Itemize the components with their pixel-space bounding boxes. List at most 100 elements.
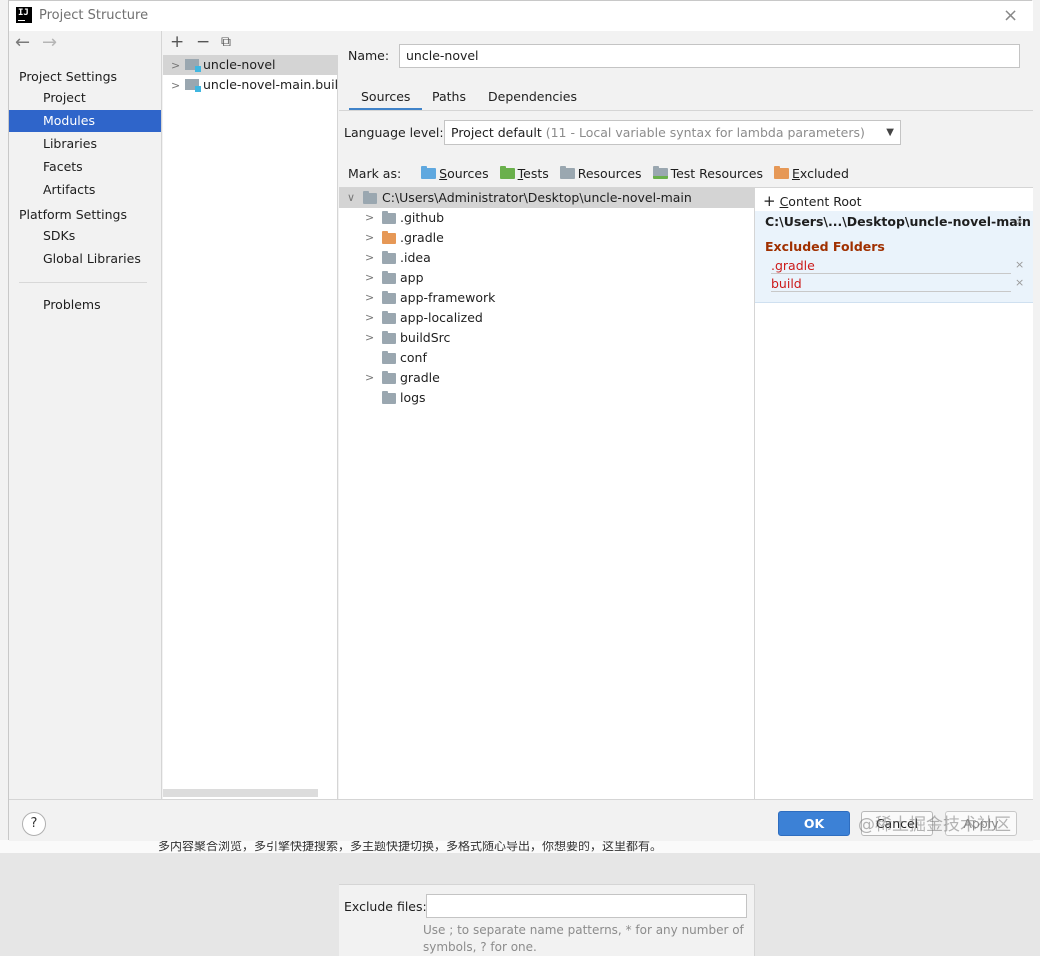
remove-root-icon[interactable]: × — [1015, 215, 1024, 228]
chevron-right-icon[interactable]: > — [171, 76, 180, 95]
excluded-folder-gradle: .gradle — [771, 258, 1011, 274]
platform-settings-header: Platform Settings — [19, 207, 127, 222]
tree-row[interactable]: > app-localized — [339, 308, 754, 328]
dropdown-arrow-icon: ▼ — [886, 127, 894, 138]
tree-root-label: C:\Users\Administrator\Desktop\uncle-nov… — [382, 190, 692, 205]
tree-root-row[interactable]: ∨ C:\Users\Administrator\Desktop\uncle-n… — [339, 188, 754, 208]
tree-row[interactable]: > .gradle — [339, 228, 754, 248]
mark-sources-button[interactable]: Sources — [421, 165, 489, 183]
test-resources-folder-icon — [652, 166, 668, 179]
add-module-icon[interactable]: + — [170, 32, 184, 52]
modules-list-panel: + − ⧉ > uncle-novel > uncle-novel-main.bui… — [163, 31, 338, 799]
remove-module-icon[interactable]: − — [196, 32, 210, 52]
tree-folder-label: .gradle — [400, 230, 444, 245]
exclude-files-area: Exclude files: Use ; to separate name pa… — [339, 884, 755, 956]
background-app-right — [1032, 0, 1040, 853]
sidebar-item-libraries[interactable]: Libraries — [9, 133, 161, 155]
copy-module-icon[interactable]: ⧉ — [221, 34, 231, 50]
background-app-left — [0, 0, 8, 853]
exclude-files-input[interactable] — [426, 894, 747, 918]
mark-excluded-button[interactable]: Excluded — [773, 165, 849, 183]
tree-row[interactable]: > app-framework — [339, 288, 754, 308]
tree-row[interactable]: > buildSrc — [339, 328, 754, 348]
excluded-folder-icon — [773, 166, 789, 179]
source-folders-tree: ∨ C:\Users\Administrator\Desktop\uncle-n… — [339, 187, 755, 956]
tab-paths[interactable]: Paths — [420, 87, 478, 111]
chevron-right-icon[interactable]: > — [365, 328, 374, 348]
tree-folder-label: app — [400, 270, 424, 285]
chevron-right-icon[interactable]: > — [365, 368, 374, 388]
exclude-files-hint-line-2: symbols, ? for one. — [423, 940, 537, 954]
folder-icon — [382, 211, 396, 224]
folder-icon — [382, 311, 396, 324]
mark-test-resources-button[interactable]: Test Resources — [652, 165, 763, 183]
exclude-files-hint: Use ; to separate name patterns, * for a… — [423, 922, 744, 956]
tab-dependencies[interactable]: Dependencies — [476, 87, 589, 111]
folder-icon — [363, 191, 377, 204]
folder-icon — [382, 271, 396, 284]
chevron-right-icon[interactable]: > — [171, 56, 180, 75]
settings-sidebar: ← → Project Settings Project Modules Lib… — [9, 31, 162, 799]
help-button[interactable]: ? — [22, 812, 46, 836]
window-title: Project Structure — [39, 8, 149, 23]
content-root-path: C:\Users\...\Desktop\uncle-novel-main — [765, 214, 1031, 229]
remove-excluded-icon[interactable]: × — [1015, 258, 1024, 271]
module-icon — [185, 59, 201, 72]
remove-excluded-icon[interactable]: × — [1015, 276, 1024, 289]
tree-row[interactable]: > .github — [339, 208, 754, 228]
module-label: uncle-novel-main.build — [203, 77, 338, 92]
mark-as-row: Mark as: Sources Tests Resources Test Re… — [348, 165, 856, 183]
module-item-uncle-novel-main-build[interactable]: > uncle-novel-main.build — [163, 75, 338, 95]
tree-folder-label: logs — [400, 390, 426, 405]
forward-arrow-icon[interactable]: → — [42, 32, 57, 53]
sidebar-item-facets[interactable]: Facets — [9, 156, 161, 178]
sidebar-item-problems[interactable]: Problems — [9, 294, 161, 316]
tree-row[interactable]: > .idea — [339, 248, 754, 268]
mark-tests-button[interactable]: Tests — [499, 165, 549, 183]
chevron-right-icon[interactable]: > — [365, 268, 374, 288]
tabs-divider — [339, 110, 1033, 111]
background-app-bottom: 多内容聚合浏览，多引擎快捷搜索，多主题快捷切换，多格式随心导出，你想要的，这里都… — [0, 840, 1040, 853]
language-level-select[interactable]: Project default (11 - Local variable syn… — [444, 120, 901, 145]
sidebar-item-artifacts[interactable]: Artifacts — [9, 179, 161, 201]
chevron-right-icon[interactable]: > — [365, 208, 374, 228]
sidebar-item-project[interactable]: Project — [9, 87, 161, 109]
mark-resources-button[interactable]: Resources — [559, 165, 642, 183]
sidebar-item-modules[interactable]: Modules — [9, 110, 161, 132]
folder-icon — [382, 371, 396, 384]
tree-folder-label: .github — [400, 210, 445, 225]
title-bar: IJ Project Structure × — [9, 1, 1033, 31]
module-label: uncle-novel — [203, 57, 276, 72]
folder-icon — [382, 291, 396, 304]
chevron-right-icon[interactable]: > — [365, 228, 374, 248]
tree-row[interactable]: conf — [339, 348, 754, 368]
add-content-root-button[interactable]: + Content Root — [763, 192, 862, 210]
dialog-button-bar: ? OK Cancel Apply @稀土掘金技术社区 — [9, 799, 1033, 841]
tree-row[interactable]: > gradle — [339, 368, 754, 388]
content-root-entry: C:\Users\...\Desktop\uncle-novel-main × … — [755, 211, 1033, 303]
close-icon[interactable]: × — [1003, 5, 1018, 26]
tree-folder-label: conf — [400, 350, 427, 365]
tab-sources[interactable]: Sources — [349, 87, 423, 111]
exclude-files-hint-line-1: Use ; to separate name patterns, * for a… — [423, 923, 744, 937]
add-content-root-label: ontent Root — [788, 194, 862, 209]
module-name-input[interactable]: uncle-novel — [399, 44, 1020, 68]
language-level-hint: (11 - Local variable syntax for lambda p… — [545, 125, 865, 140]
folder-icon — [382, 251, 396, 264]
tree-row[interactable]: logs — [339, 388, 754, 408]
back-arrow-icon[interactable]: ← — [15, 32, 30, 53]
chevron-down-icon[interactable]: ∨ — [347, 188, 355, 208]
module-item-uncle-novel[interactable]: > uncle-novel — [163, 55, 338, 75]
chevron-right-icon[interactable]: > — [365, 308, 374, 328]
exclude-files-label: Exclude files: — [344, 899, 427, 914]
ok-button[interactable]: OK — [778, 811, 850, 836]
folder-icon — [382, 331, 396, 344]
sidebar-item-sdks[interactable]: SDKs — [9, 225, 161, 247]
horizontal-scrollbar[interactable] — [163, 789, 318, 797]
mark-as-label: Mark as: — [348, 166, 402, 181]
project-settings-header: Project Settings — [19, 69, 118, 84]
sidebar-item-global-libraries[interactable]: Global Libraries — [9, 248, 161, 270]
tree-row[interactable]: > app — [339, 268, 754, 288]
chevron-right-icon[interactable]: > — [365, 288, 374, 308]
chevron-right-icon[interactable]: > — [365, 248, 374, 268]
